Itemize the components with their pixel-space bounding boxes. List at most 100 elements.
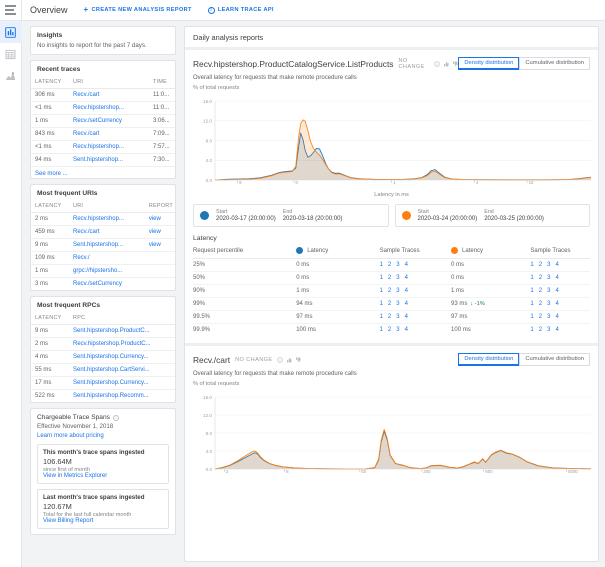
link-uri[interactable]: Recv./cart (73, 229, 100, 235)
table-row[interactable]: 55 ms Sent.hipstershop.CartServi... (31, 363, 175, 377)
link-rpc[interactable]: Sent.hipstershop.Currency... (73, 354, 149, 360)
table-row[interactable]: 109 ms Recv./ (31, 251, 175, 265)
thumbs-up-icon[interactable] (286, 357, 292, 363)
sample-trace-link[interactable]: 1 (380, 262, 383, 268)
link-rpc[interactable]: Recv.hipstershop.ProductC... (73, 341, 151, 347)
sample-trace-link[interactable]: 1 (530, 301, 533, 307)
sample-trace-link[interactable]: 3 (547, 314, 550, 320)
sample-trace-link[interactable]: 4 (405, 327, 408, 333)
sample-trace-link[interactable]: 1 (530, 275, 533, 281)
table-row[interactable]: 4 ms Sent.hipstershop.Currency... (31, 350, 175, 364)
sample-trace-link[interactable]: 3 (396, 327, 399, 333)
sample-trace-link[interactable]: 2 (539, 275, 542, 281)
time-range-blue[interactable]: Start 2020-03-17 (20:00:00) End 2020-03-18… (193, 204, 389, 227)
sample-trace-link[interactable]: 3 (396, 262, 399, 268)
link-uri[interactable]: grpc://hipstersho... (73, 268, 122, 274)
sample-trace-link[interactable]: 1 (380, 327, 383, 333)
link-rpc[interactable]: Sent.hipstershop.CartServi... (73, 367, 150, 373)
sample-trace-link[interactable]: 1 (530, 262, 533, 268)
sample-trace-link[interactable]: 2 (539, 288, 542, 294)
info-icon[interactable] (434, 60, 441, 67)
link-rpc[interactable]: Sent.hipstershop.ProductC... (73, 328, 150, 334)
info-icon[interactable]: i (112, 414, 119, 421)
sample-trace-link[interactable]: 4 (555, 288, 558, 294)
sample-trace-link[interactable]: 4 (405, 275, 408, 281)
sample-trace-link[interactable]: 1 (380, 288, 383, 294)
sample-trace-link[interactable]: 4 (405, 288, 408, 294)
sample-trace-link[interactable]: 3 (547, 262, 550, 268)
link-rpc[interactable]: Sent.hipstershop.Recomm... (73, 393, 149, 399)
thumbs-down-icon[interactable] (295, 357, 301, 363)
sample-trace-link[interactable]: 2 (539, 327, 542, 333)
latency-distribution-chart[interactable]: 0.0 4.0 8.0 12.0 16.0 2 8 50 200 800 5000 (193, 392, 592, 480)
table-row[interactable]: 843 ms Recv./cart 7:09... (31, 127, 175, 141)
see-more-link[interactable]: See more ... (31, 166, 175, 178)
sample-trace-link[interactable]: 3 (396, 288, 399, 294)
table-row[interactable]: 459 ms Recv./cart view (31, 225, 175, 239)
sample-trace-link[interactable]: 2 (388, 327, 391, 333)
info-icon[interactable] (276, 356, 283, 363)
sidebar-item-trace-list[interactable] (0, 43, 22, 65)
table-row[interactable]: 94 ms Sent.hipstershop... 7:30... (31, 154, 175, 167)
sample-trace-link[interactable]: 4 (555, 262, 558, 268)
sample-trace-link[interactable]: 2 (539, 301, 542, 307)
tab-density-distribution[interactable]: Density distribution (458, 353, 520, 366)
sidebar-item-trace-analytics[interactable] (0, 65, 22, 87)
tab-cumulative-distribution[interactable]: Cumulative distribution (519, 353, 590, 366)
sample-trace-link[interactable]: 3 (396, 314, 399, 320)
tab-cumulative-distribution[interactable]: Cumulative distribution (519, 57, 590, 70)
menu-button[interactable] (0, 0, 21, 21)
learn-trace-api-link[interactable]: ! LEARN TRACE API (207, 6, 274, 14)
sample-trace-link[interactable]: 4 (555, 275, 558, 281)
table-row[interactable]: 1 ms grpc://hipstersho... (31, 264, 175, 278)
latency-distribution-chart[interactable]: 0.0 4.0 8.0 12.0 16.0 9 0 1 4 10 (193, 96, 592, 191)
sample-trace-link[interactable]: 3 (547, 301, 550, 307)
link-uri[interactable]: Recv.hipstershop... (73, 105, 124, 111)
sample-trace-link[interactable]: 2 (388, 275, 391, 281)
table-row[interactable]: 17 ms Sent.hipstershop.Currency... (31, 376, 175, 390)
thumbs-up-icon[interactable] (443, 61, 450, 67)
sample-trace-link[interactable]: 1 (380, 301, 383, 307)
table-row[interactable]: 9 ms Sent.hipstershop.ProductC... (31, 324, 175, 338)
link-uri[interactable]: Recv./cart (73, 92, 100, 98)
table-row[interactable]: 2 ms Recv.hipstershop... view (31, 212, 175, 226)
link-uri[interactable]: Sent.hipstershop... (73, 242, 123, 248)
sample-trace-link[interactable]: 3 (547, 327, 550, 333)
tab-density-distribution[interactable]: Density distribution (458, 57, 520, 70)
sample-trace-link[interactable]: 4 (405, 314, 408, 320)
link-uri[interactable]: Recv.hipstershop... (73, 216, 124, 222)
sample-trace-link[interactable]: 1 (530, 288, 533, 294)
table-row[interactable]: <1 ms Recv.hipstershop... 7:57... (31, 140, 175, 154)
link-uri[interactable]: Recv.hipstershop... (73, 144, 124, 150)
link-report[interactable]: view (149, 242, 161, 248)
table-row[interactable]: 1 ms Recv./setCurrency 3:06... (31, 114, 175, 128)
sample-trace-link[interactable]: 2 (539, 314, 542, 320)
link-rpc[interactable]: Sent.hipstershop.Currency... (73, 380, 149, 386)
table-row[interactable]: 3 ms Recv./setCurrency (31, 278, 175, 291)
table-row[interactable]: 2 ms Recv.hipstershop.ProductC... (31, 337, 175, 351)
link-uri[interactable]: Recv./ (73, 255, 90, 261)
pricing-link[interactable]: Learn more about pricing (37, 433, 169, 439)
sample-trace-link[interactable]: 4 (555, 301, 558, 307)
sample-trace-link[interactable]: 1 (530, 314, 533, 320)
link-report[interactable]: view (149, 229, 161, 235)
sample-trace-link[interactable]: 1 (380, 314, 383, 320)
sample-trace-link[interactable]: 2 (388, 262, 391, 268)
table-row[interactable]: 306 ms Recv./cart 11:0... (31, 88, 175, 102)
sample-trace-link[interactable]: 4 (405, 301, 408, 307)
sample-trace-link[interactable]: 4 (405, 262, 408, 268)
sample-trace-link[interactable]: 3 (547, 275, 550, 281)
link-uri[interactable]: Sent.hipstershop... (73, 157, 123, 163)
sidebar-item-analysis-reports[interactable] (0, 21, 22, 43)
sample-trace-link[interactable]: 4 (555, 314, 558, 320)
sample-trace-link[interactable]: 2 (388, 288, 391, 294)
sample-trace-link[interactable]: 3 (396, 301, 399, 307)
sample-trace-link[interactable]: 1 (530, 327, 533, 333)
time-range-orange[interactable]: Start 2020-03-24 (20:00:00) End 2020-03-25… (394, 204, 590, 227)
create-new-analysis-report-button[interactable]: + CREATE NEW ANALYSIS REPORT (84, 6, 192, 14)
sample-trace-link[interactable]: 2 (388, 314, 391, 320)
table-row[interactable]: 522 ms Sent.hipstershop.Recomm... (31, 390, 175, 403)
sample-trace-link[interactable]: 3 (396, 275, 399, 281)
sample-trace-link[interactable]: 4 (555, 327, 558, 333)
sample-trace-link[interactable]: 1 (380, 275, 383, 281)
